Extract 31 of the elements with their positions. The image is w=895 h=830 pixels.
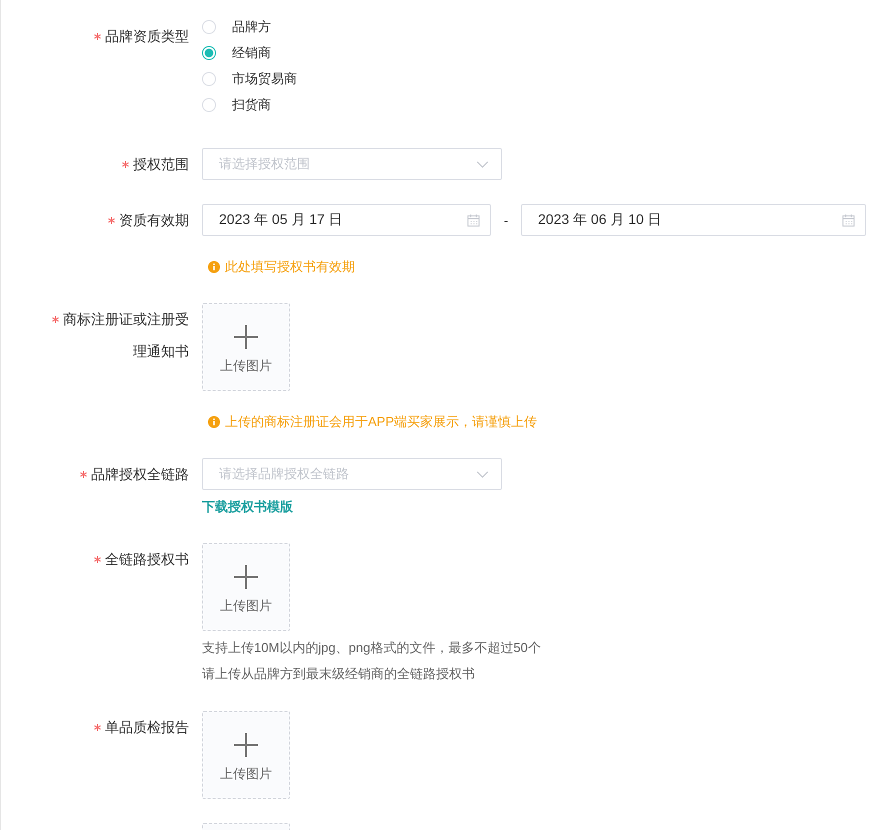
calendar-icon (842, 214, 855, 226)
radio-label[interactable]: 扫货商 (232, 96, 271, 114)
upload-button[interactable]: 上传图片 (202, 543, 290, 631)
help-text: 请上传从品牌方到最末级经销商的全链路授权书 (202, 665, 476, 683)
plus-icon (234, 733, 258, 757)
calendar-icon (467, 214, 480, 226)
field-label: 品牌资质类型 (105, 28, 189, 44)
radio-label[interactable]: 市场贸易商 (232, 70, 297, 88)
info-icon (208, 261, 220, 273)
field-label: 资质有效期 (119, 212, 189, 228)
field-label: 单品质检报告 (105, 719, 189, 735)
field-label: 商标注册证或注册受理通知书 (63, 311, 189, 359)
upload-button[interactable]: 上传图片 (202, 711, 290, 799)
date-field[interactable]: 2023 年 06 月 10 日 (521, 204, 866, 236)
info-icon (208, 416, 220, 428)
field-label: 授权范围 (133, 156, 189, 172)
field-label: 品牌授权全链路 (91, 466, 189, 482)
chevron-down-icon (476, 160, 489, 168)
date-field[interactable]: 2023 年 05 月 17 日 (202, 204, 491, 236)
range-separator: - (502, 212, 510, 228)
radio-button[interactable] (202, 46, 216, 60)
field-label: 全链路授权书 (105, 551, 189, 567)
plus-icon (234, 565, 258, 589)
chevron-down-icon (476, 470, 489, 478)
warning-text: 上传的商标注册证会用于APP端买家展示，请谨慎上传 (225, 413, 538, 431)
radio-label[interactable]: 品牌方 (232, 18, 271, 36)
upload-button[interactable]: 上传图片 (202, 303, 290, 391)
help-text: 支持上传10M以内的jpg、png格式的文件，最多不超过50个 (202, 639, 541, 657)
radio-label[interactable]: 经销商 (232, 44, 271, 62)
plus-icon (234, 325, 258, 349)
warning-text: 此处填写授权书有效期 (225, 258, 355, 276)
